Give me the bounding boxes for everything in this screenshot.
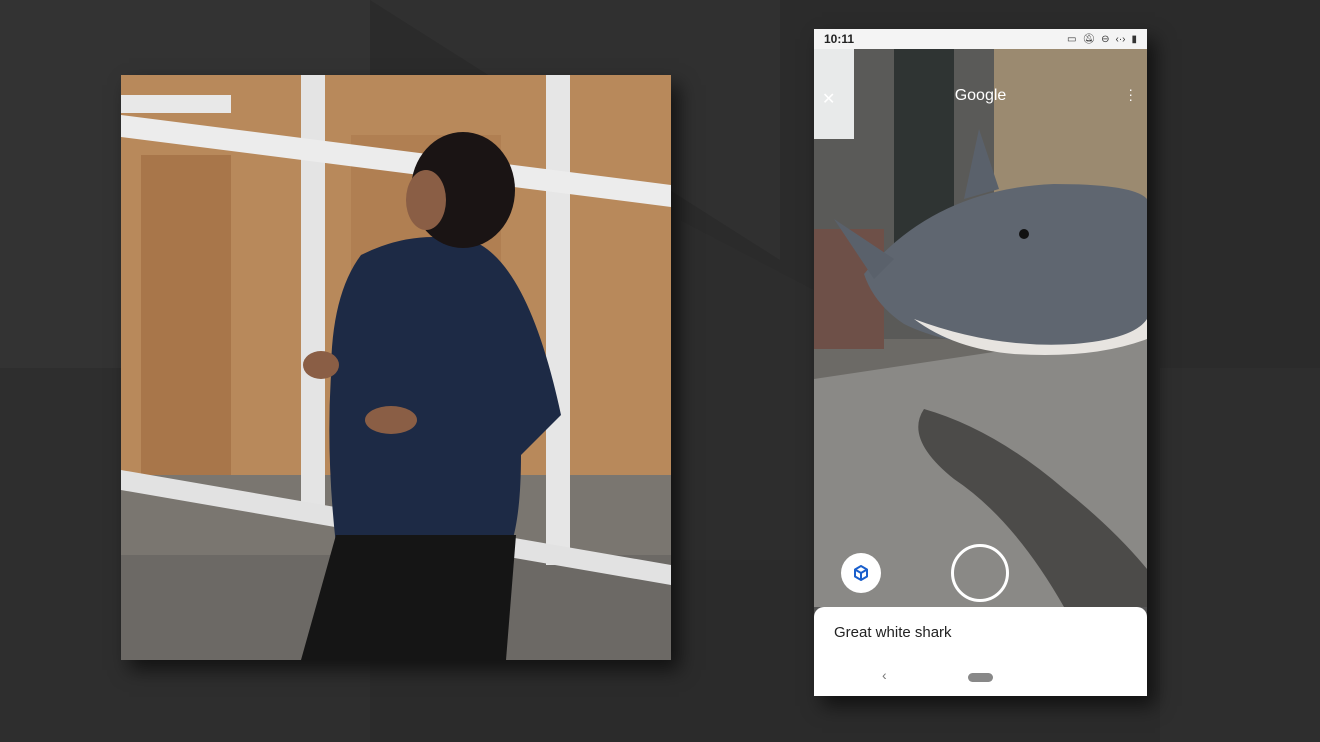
presenter-video	[121, 75, 671, 660]
status-time: 10:11	[824, 32, 855, 46]
view-in-3d-button[interactable]	[841, 553, 881, 593]
presenter-scene	[121, 75, 671, 660]
phone-screen: 10:11 ▭ 🔕︎ ⊖ ‹·› ▮ ✕ Google · · · Great …	[814, 29, 1147, 696]
capture-button[interactable]	[951, 544, 1009, 602]
cube-icon	[854, 565, 868, 581]
home-nav-pill[interactable]	[968, 673, 993, 682]
result-title: Great white shark	[834, 624, 952, 641]
result-sheet[interactable]: Great white shark ‹	[814, 607, 1147, 696]
notifications-off-icon: 🔕︎	[1082, 33, 1096, 45]
status-bar: 10:11 ▭ 🔕︎ ⊖ ‹·› ▮	[814, 29, 1147, 49]
google-logo: Google	[954, 87, 1007, 104]
cast-icon: ▭	[1066, 33, 1077, 45]
do-not-disturb-icon: ⊖	[1101, 33, 1110, 45]
back-nav-icon[interactable]: ‹	[882, 667, 887, 683]
battery-icon: ▮	[1131, 33, 1137, 45]
ar-scene	[814, 49, 1147, 607]
more-options-icon[interactable]: · · ·	[1128, 82, 1133, 106]
ar-camera-view[interactable]: ✕ Google · · ·	[814, 49, 1147, 607]
data-saver-icon: ‹·›	[1115, 33, 1126, 45]
